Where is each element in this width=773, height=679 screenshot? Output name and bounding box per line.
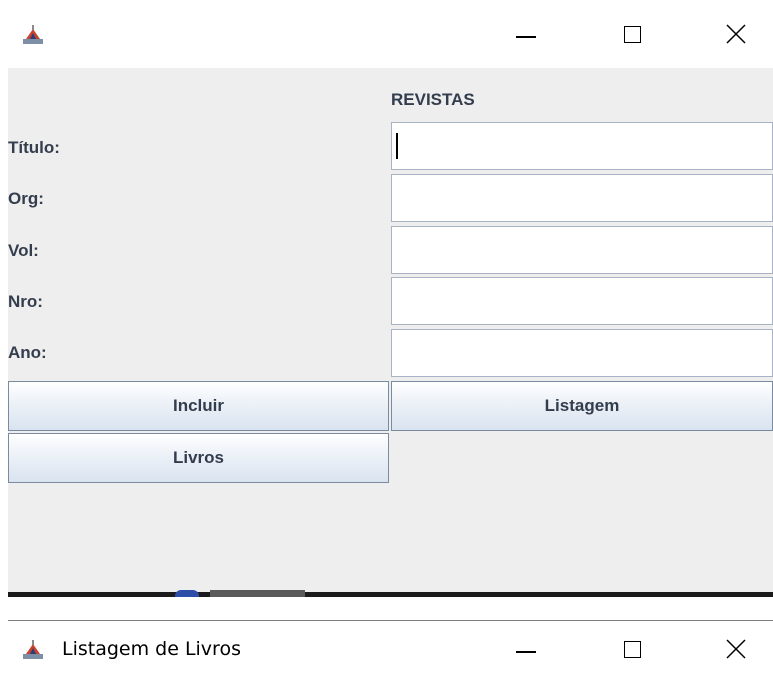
java-cup-icon: [22, 639, 44, 661]
close-button[interactable]: [706, 629, 766, 669]
background-taskbar-item: [175, 588, 315, 597]
livros-button[interactable]: Livros: [8, 433, 389, 483]
vol-label: Vol:: [8, 241, 39, 260]
minimize-button[interactable]: [496, 629, 556, 669]
org-label: Org:: [8, 189, 44, 208]
close-button[interactable]: [706, 14, 766, 54]
nro-field[interactable]: [391, 277, 773, 325]
java-cup-icon: [22, 24, 44, 46]
org-field[interactable]: [391, 174, 773, 222]
incluir-button[interactable]: Incluir: [8, 381, 389, 431]
ano-field[interactable]: [391, 329, 773, 377]
text-caret: [396, 133, 398, 159]
ano-label: Ano:: [8, 343, 47, 362]
close-icon: [726, 639, 746, 659]
titulo-label: Título:: [8, 138, 60, 157]
vol-field[interactable]: [391, 226, 773, 274]
titulo-field[interactable]: [391, 122, 773, 170]
minimize-button[interactable]: [496, 14, 556, 54]
close-icon: [726, 24, 746, 44]
maximize-icon: [623, 640, 641, 658]
minimize-icon: [516, 651, 536, 653]
window-bottom-edge: [8, 592, 773, 597]
minimize-icon: [516, 36, 536, 38]
listagem-window-titlebar: Listagem de Livros: [0, 621, 773, 679]
window-titlebar: [0, 0, 773, 68]
app-icon: [175, 590, 199, 597]
window-title: Listagem de Livros: [62, 638, 241, 660]
listagem-button[interactable]: Listagem: [391, 381, 773, 431]
revistas-form-panel: REVISTAS Título: Org: Vol: Nro: Ano: Inc…: [8, 68, 773, 592]
maximize-button[interactable]: [602, 629, 662, 669]
nro-label: Nro:: [8, 292, 43, 311]
maximize-button[interactable]: [602, 14, 662, 54]
maximize-icon: [623, 25, 641, 43]
form-heading: REVISTAS: [391, 90, 475, 109]
